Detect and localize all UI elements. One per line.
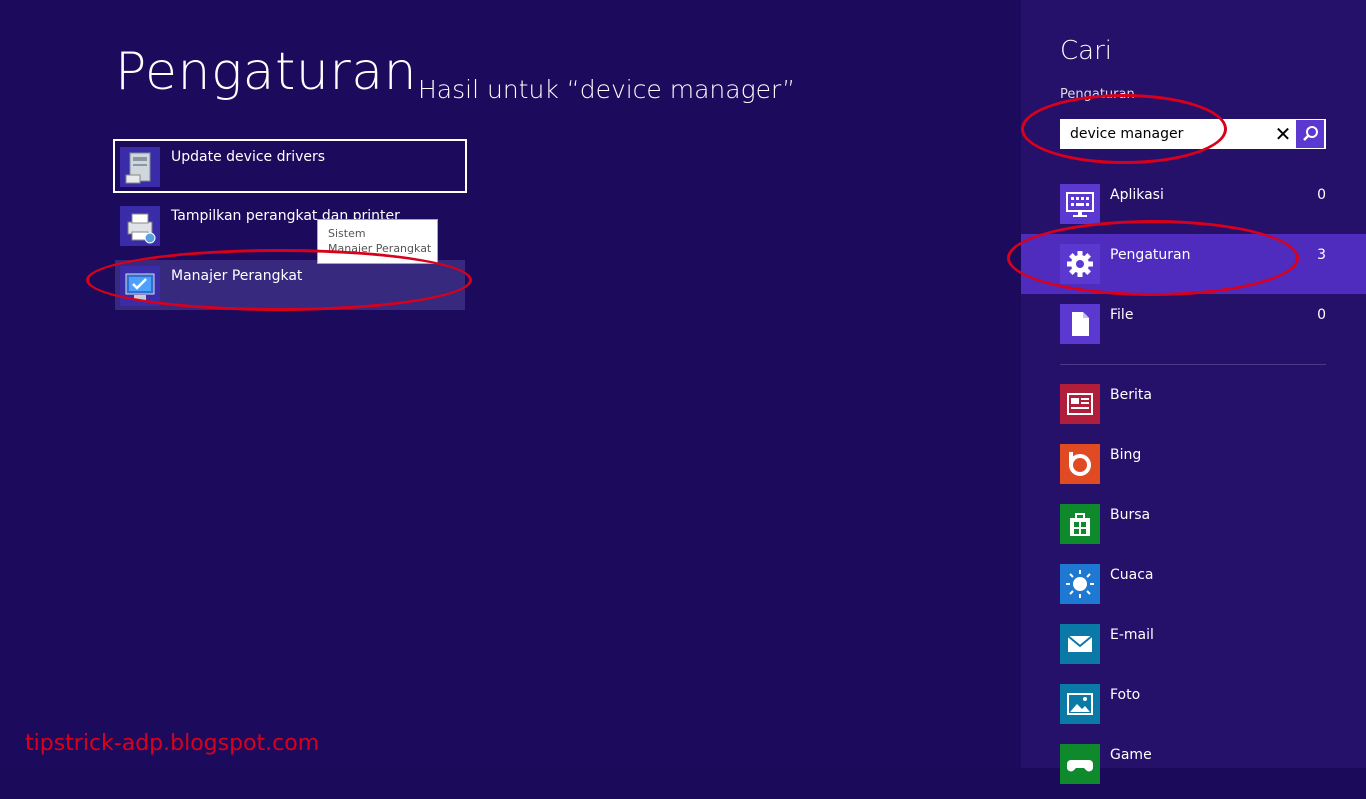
- category-label: File: [1110, 307, 1134, 323]
- result-update-device-drivers[interactable]: Update device drivers: [113, 139, 467, 193]
- watermark: tipstrick-adp.blogspot.com: [25, 731, 320, 756]
- close-icon: ✕: [1274, 122, 1292, 146]
- category-count: 0: [1317, 187, 1326, 203]
- app-berita[interactable]: Berita: [1021, 379, 1366, 439]
- store-icon: [1060, 504, 1100, 544]
- results-subtitle: Hasil untuk “device manager”: [418, 75, 796, 104]
- app-bing[interactable]: Bing: [1021, 439, 1366, 499]
- game-icon: [1060, 744, 1100, 784]
- app-foto[interactable]: Foto: [1021, 679, 1366, 739]
- device-drivers-icon: [120, 147, 160, 187]
- app-label: E-mail: [1110, 627, 1154, 643]
- category-count: 3: [1317, 247, 1326, 263]
- pane-divider: [1060, 364, 1326, 365]
- file-icon: [1060, 304, 1100, 344]
- app-label: Cuaca: [1110, 567, 1154, 583]
- category-count: 0: [1317, 307, 1326, 323]
- tooltip-category: Sistem: [328, 227, 366, 240]
- app-bursa[interactable]: Bursa: [1021, 499, 1366, 559]
- app-label: Game: [1110, 747, 1152, 763]
- printer-icon: [120, 206, 160, 246]
- pane-title: Cari: [1060, 36, 1112, 66]
- annotation-oval-category: [1007, 220, 1299, 296]
- search-results-area: Pengaturan Hasil untuk “device manager” …: [0, 0, 1021, 768]
- photo-icon: [1060, 684, 1100, 724]
- app-label: Foto: [1110, 687, 1141, 703]
- bing-icon: [1060, 444, 1100, 484]
- mail-icon: [1060, 624, 1100, 664]
- news-icon: [1060, 384, 1100, 424]
- app-label: Bing: [1110, 447, 1142, 463]
- keyboard-icon: [1060, 184, 1100, 224]
- app-game[interactable]: Game: [1021, 739, 1366, 799]
- app-cuaca[interactable]: Cuaca: [1021, 559, 1366, 619]
- clear-search-button[interactable]: ✕: [1268, 119, 1298, 149]
- search-icon: [1303, 126, 1318, 141]
- annotation-oval-search: [1021, 94, 1227, 164]
- category-file[interactable]: File 0: [1021, 294, 1366, 354]
- weather-icon: [1060, 564, 1100, 604]
- app-label: Berita: [1110, 387, 1152, 403]
- annotation-oval-result: [86, 249, 472, 311]
- result-label: Update device drivers: [171, 149, 326, 165]
- page-title: Pengaturan: [115, 42, 418, 102]
- category-label: Aplikasi: [1110, 187, 1164, 203]
- search-charm-pane: Cari Pengaturan ✕ Aplikasi 0: [1007, 0, 1366, 784]
- search-button[interactable]: [1296, 120, 1324, 148]
- app-email[interactable]: E-mail: [1021, 619, 1366, 679]
- app-label: Bursa: [1110, 507, 1151, 523]
